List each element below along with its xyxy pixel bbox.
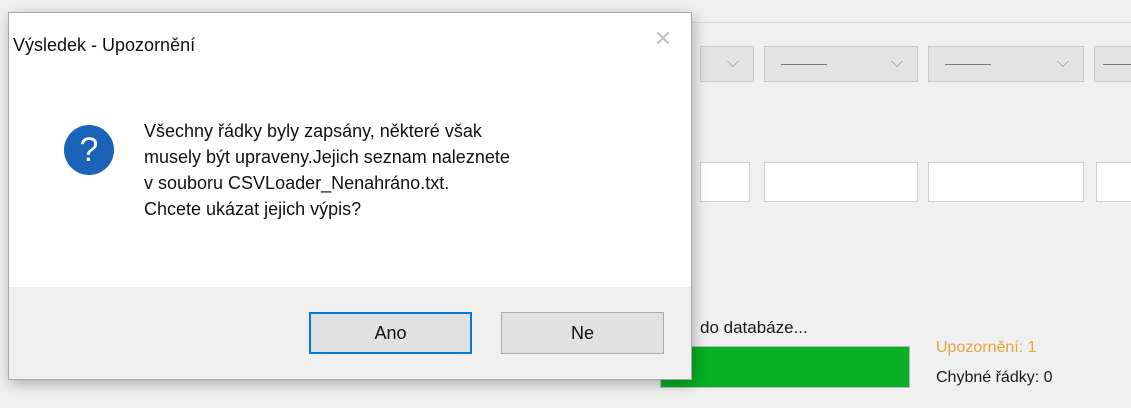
close-icon[interactable]: ✕ (649, 25, 677, 53)
column-type-combo-3[interactable]: ⌵ (928, 46, 1084, 82)
dialog-button-bar: Ano Ne (9, 287, 691, 379)
progress-fill (661, 347, 909, 387)
import-progress-bar (660, 346, 910, 388)
chevron-down-icon: ⌵ (1056, 54, 1069, 71)
column-name-field-2[interactable] (764, 162, 918, 202)
message-dialog: Výsledek - Upozornění ✕ ? Všechny řádky … (8, 12, 692, 380)
column-type-combo-4[interactable] (1094, 46, 1131, 82)
chevron-down-icon: ⌵ (890, 54, 903, 71)
message-line: musely být upraveny.Jejich seznam nalezn… (144, 147, 510, 167)
chevron-down-icon: ⌵ (726, 54, 739, 71)
warning-count: Upozornění: 1 (936, 339, 1037, 356)
dialog-title: Výsledek - Upozornění (13, 35, 196, 55)
message-line: Chcete ukázat jejich výpis? (144, 199, 362, 219)
column-name-field-3[interactable] (928, 162, 1084, 202)
combo-placeholder-dash (945, 64, 991, 65)
message-line: v souboru CSVLoader_Nenahráno.txt. (144, 173, 450, 193)
message-line: Všechny řádky byly zapsány, některé však (144, 121, 482, 141)
dialog-message: Všechny řádky byly zapsány, některé však… (144, 118, 664, 222)
divider (690, 22, 1131, 23)
combo-placeholder-dash (781, 64, 827, 65)
import-status-text: do databáze... (700, 318, 808, 337)
no-button[interactable]: Ne (501, 312, 664, 354)
column-type-combo-1[interactable]: ⌵ (700, 46, 754, 82)
question-icon: ? (64, 125, 114, 175)
combo-placeholder-dash (1103, 64, 1131, 65)
column-type-combo-2[interactable]: ⌵ (764, 46, 918, 82)
yes-button[interactable]: Ano (309, 312, 472, 354)
error-rows-count: Chybné řádky: 0 (936, 369, 1053, 386)
column-name-field-1[interactable] (700, 162, 750, 202)
column-name-field-4[interactable] (1096, 162, 1131, 202)
